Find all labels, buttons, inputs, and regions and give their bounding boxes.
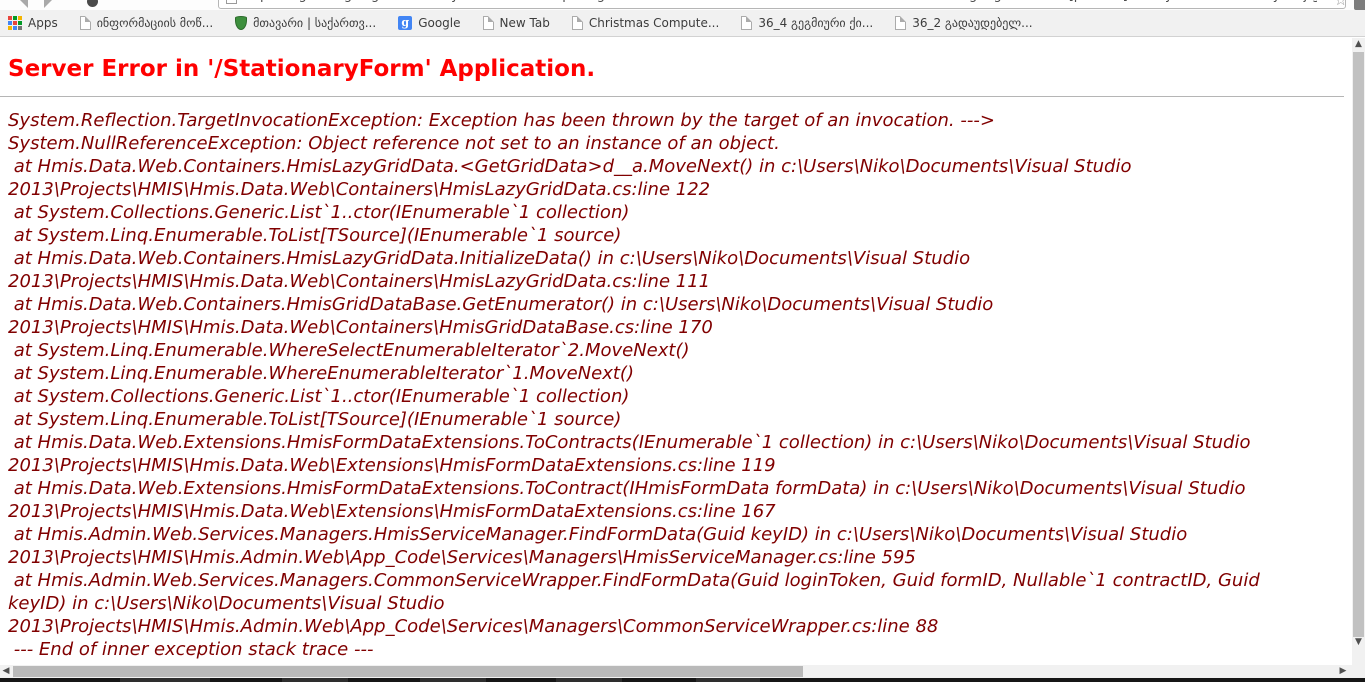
stack-trace-line: System.NullReferenceException: Object re… <box>8 132 1352 155</box>
bookmark-label: 36_4 გეგმიური ქი... <box>758 16 873 30</box>
bookmark-item[interactable]: 36_4 გეგმიური ქი... <box>741 16 873 30</box>
url-text[interactable]: reporting.moh.gov.ge/StationaryForm/Defa… <box>247 0 1317 3</box>
stack-trace-line: 2013\Projects\HMIS\Hmis.Data.Web\Contain… <box>8 316 1352 339</box>
bookmark-label: Christmas Compute... <box>589 16 719 30</box>
stack-trace-line: at System.Linq.Enumerable.WhereEnumerabl… <box>8 362 1352 385</box>
bookmark-item[interactable]: ინფორმაციის მოწ... <box>80 16 213 30</box>
stack-trace-line: 2013\Projects\HMIS\Hmis.Admin.Web\App_Co… <box>8 546 1352 569</box>
stack-trace-line: at System.Linq.Enumerable.ToList[TSource… <box>8 224 1352 247</box>
address-bar[interactable]: reporting.moh.gov.ge/StationaryForm/Defa… <box>218 0 1346 9</box>
stack-trace: System.Reflection.TargetInvocationExcept… <box>8 109 1352 661</box>
stack-trace-line: 2013\Projects\HMIS\Hmis.Data.Web\Extensi… <box>8 500 1352 523</box>
stack-trace-line: at System.Collections.Generic.List`1..ct… <box>8 201 1352 224</box>
bookmark-label: 36_2 გადაუდებელ... <box>912 16 1032 30</box>
page-icon <box>226 0 237 4</box>
horizontal-scrollbar[interactable]: ◀ ▶ <box>0 665 1365 678</box>
bookmarks-bar: Apps ინფორმაციის მოწ... მთავარი | საქართვ.… <box>0 10 1365 37</box>
stack-trace-line: at System.Linq.Enumerable.WhereSelectEnu… <box>8 339 1352 362</box>
scroll-down-icon[interactable]: ▼ <box>1352 636 1365 649</box>
stack-trace-line: at Hmis.Data.Web.Containers.HmisLazyGrid… <box>8 247 1352 270</box>
stack-trace-line: System.Reflection.TargetInvocationExcept… <box>8 109 1352 132</box>
bookmark-label: Google <box>418 16 460 30</box>
shield-icon <box>235 16 247 30</box>
horizontal-scrollbar-thumb[interactable] <box>13 666 803 677</box>
scroll-left-icon[interactable]: ◀ <box>0 665 12 678</box>
stack-trace-line: at Hmis.Data.Web.Extensions.HmisFormData… <box>8 477 1352 500</box>
stack-trace-line: at Hmis.Admin.Web.Services.Managers.Comm… <box>8 569 1352 592</box>
scroll-right-icon[interactable]: ▶ <box>1337 665 1349 678</box>
bookmark-item[interactable]: 36_2 გადაუდებელ... <box>895 16 1032 30</box>
reload-button[interactable] <box>87 0 98 7</box>
stack-trace-line: at System.Collections.Generic.List`1..ct… <box>8 385 1352 408</box>
vertical-scrollbar[interactable]: ▲ ▼ <box>1352 38 1365 665</box>
bookmark-label: Apps <box>28 16 58 30</box>
bookmark-label: New Tab <box>500 16 550 30</box>
bookmark-label: მთავარი | საქართვ... <box>253 16 376 30</box>
apps-grid-icon <box>8 16 22 30</box>
bookmark-item[interactable]: New Tab <box>483 16 550 30</box>
google-favicon: g <box>398 16 412 30</box>
page-icon <box>741 16 752 30</box>
stack-trace-line: keyID) in c:\Users\Niko\Documents\Visual… <box>8 592 1352 615</box>
stack-trace-line: 2013\Projects\HMIS\Hmis.Admin.Web\App_Co… <box>8 615 1352 638</box>
divider <box>0 96 1344 97</box>
bookmark-item[interactable]: მთავარი | საქართვ... <box>235 16 376 30</box>
page-title: Server Error in '/StationaryForm' Applic… <box>8 56 1352 82</box>
browser-toolbar: reporting.moh.gov.ge/StationaryForm/Defa… <box>0 0 1365 10</box>
bookmark-label: ინფორმაციის მოწ... <box>97 16 213 30</box>
forward-button[interactable] <box>44 0 64 8</box>
error-page: Server Error in '/StationaryForm' Applic… <box>0 38 1352 665</box>
back-button[interactable] <box>8 0 28 8</box>
bookmark-item[interactable]: g Google <box>398 16 460 30</box>
page-icon <box>483 16 494 30</box>
chrome-menu-button[interactable] <box>1354 0 1365 10</box>
stack-trace-line: 2013\Projects\HMIS\Hmis.Data.Web\Contain… <box>8 270 1352 293</box>
vertical-scrollbar-thumb[interactable] <box>1353 52 1364 637</box>
page-icon <box>80 16 91 30</box>
taskbar[interactable] <box>0 678 1365 682</box>
stack-trace-line: 2013\Projects\HMIS\Hmis.Data.Web\Contain… <box>8 178 1352 201</box>
scroll-up-icon[interactable]: ▲ <box>1352 38 1365 51</box>
bookmark-item[interactable]: Apps <box>8 16 58 30</box>
stack-trace-line: at Hmis.Admin.Web.Services.Managers.Hmis… <box>8 523 1352 546</box>
page-icon <box>895 16 906 30</box>
stack-trace-line: --- End of inner exception stack trace -… <box>8 638 1352 661</box>
page-icon <box>572 16 583 30</box>
stack-trace-line: 2013\Projects\HMIS\Hmis.Data.Web\Extensi… <box>8 454 1352 477</box>
bookmark-item[interactable]: Christmas Compute... <box>572 16 719 30</box>
stack-trace-line: at Hmis.Data.Web.Containers.HmisGridData… <box>8 293 1352 316</box>
stack-trace-line: at Hmis.Data.Web.Containers.HmisLazyGrid… <box>8 155 1352 178</box>
stack-trace-line: at System.Linq.Enumerable.ToList[TSource… <box>8 408 1352 431</box>
stack-trace-line: at Hmis.Data.Web.Extensions.HmisFormData… <box>8 431 1352 454</box>
bookmark-star-icon[interactable]: ☆ <box>1334 0 1347 9</box>
